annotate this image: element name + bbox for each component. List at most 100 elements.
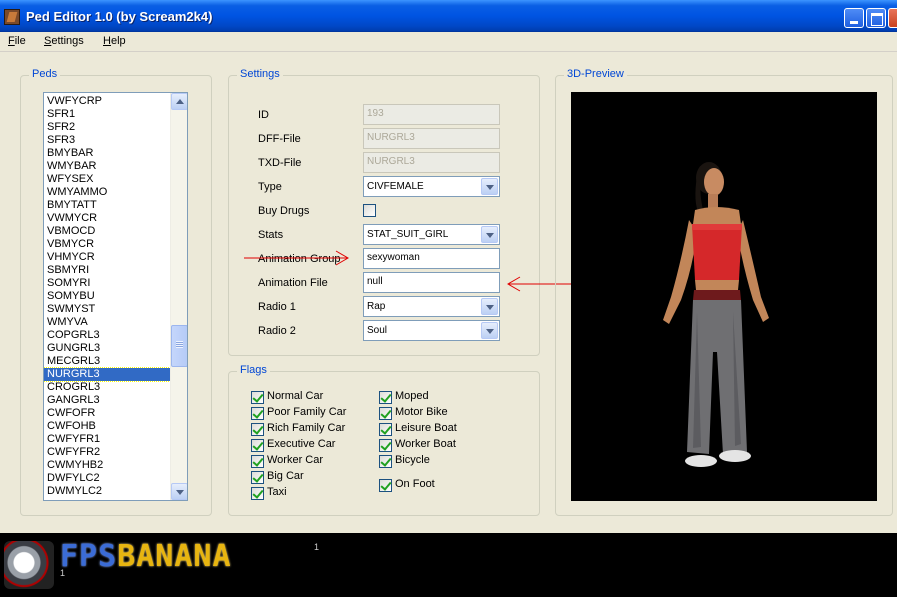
flag-checkbox[interactable] — [251, 455, 264, 468]
list-item[interactable]: CWFYFR1 — [44, 433, 170, 446]
flag-label: Big Car — [267, 470, 304, 482]
title-bar[interactable]: Ped Editor 1.0 (by Scream2k4) — [0, 0, 897, 32]
annotation-arrow-left — [244, 250, 349, 266]
banner-small-text: 1 — [60, 568, 66, 578]
list-item[interactable]: COPGRL3 — [44, 329, 170, 342]
minimize-button[interactable] — [844, 8, 864, 28]
menu-help[interactable]: Help — [103, 35, 126, 47]
flag-checkbox[interactable] — [379, 423, 392, 436]
list-item[interactable]: BMYBAR — [44, 147, 170, 160]
list-item[interactable]: WMYAMMO — [44, 186, 170, 199]
flag-label: Rich Family Car — [267, 422, 346, 434]
chevron-down-icon — [486, 185, 494, 190]
flag-checkbox[interactable] — [251, 423, 264, 436]
chevron-down-icon — [486, 329, 494, 334]
list-item[interactable]: WMYVA — [44, 316, 170, 329]
flag-label: Motor Bike — [395, 406, 448, 418]
list-item[interactable]: SWMYST — [44, 303, 170, 316]
dropdown-button[interactable] — [481, 322, 498, 339]
id-label: ID — [258, 109, 269, 121]
list-item[interactable]: SFR1 — [44, 108, 170, 121]
flags-group-title: Flags — [237, 364, 270, 376]
chevron-down-icon — [486, 305, 494, 310]
radio2-select[interactable]: Soul — [363, 320, 500, 341]
list-item[interactable]: SOMYRI — [44, 277, 170, 290]
stats-value: STAT_SUIT_GIRL — [367, 229, 449, 240]
list-item[interactable]: SFR3 — [44, 134, 170, 147]
flag-checkbox[interactable] — [251, 439, 264, 452]
list-item[interactable]: CROGRL3 — [44, 381, 170, 394]
list-item[interactable]: VBMYCR — [44, 238, 170, 251]
peds-group-title: Peds — [29, 68, 61, 80]
list-item[interactable]: DWFYLC2 — [44, 472, 170, 485]
3d-preview-viewport[interactable] — [571, 92, 877, 501]
list-item[interactable]: VWMYCR — [44, 212, 170, 225]
list-item[interactable]: MECGRL3 — [44, 355, 170, 368]
flag-checkbox[interactable] — [379, 391, 392, 404]
list-item[interactable]: WMYBAR — [44, 160, 170, 173]
stats-label: Stats — [258, 229, 284, 241]
app-icon[interactable] — [4, 9, 20, 25]
type-value: CIVFEMALE — [367, 181, 424, 192]
flag-label: Normal Car — [267, 390, 324, 402]
animation-file-field[interactable]: null — [363, 272, 500, 293]
flag-label: Bicycle — [395, 454, 430, 466]
preview-group-title: 3D-Preview — [564, 68, 627, 80]
radio1-select[interactable]: Rap — [363, 296, 500, 317]
flag-checkbox[interactable] — [251, 391, 264, 404]
flag-label: Worker Boat — [395, 438, 456, 450]
dff-file-field[interactable]: NURGRL3 — [363, 128, 500, 149]
list-item[interactable]: GANGRL3 — [44, 394, 170, 407]
list-item[interactable]: WFYSEX — [44, 173, 170, 186]
banner-superscript: 1 — [314, 542, 320, 552]
scroll-thumb[interactable] — [171, 325, 187, 367]
flag-checkbox[interactable] — [379, 455, 392, 468]
list-item[interactable]: DWMYLC2 — [44, 485, 170, 498]
flag-checkbox[interactable] — [251, 487, 264, 500]
menu-file[interactable]: File — [8, 35, 26, 47]
id-field[interactable]: 193 — [363, 104, 500, 125]
flag-checkbox[interactable] — [379, 479, 392, 492]
list-item[interactable]: VWFYCRP — [44, 95, 170, 108]
fpsbanana-banner: FPSBANANA 1 1 — [0, 533, 897, 597]
scroll-up-button[interactable] — [171, 93, 187, 110]
menu-bar: File Settings Help — [0, 32, 897, 52]
dropdown-button[interactable] — [481, 226, 498, 243]
list-item[interactable]: SBMYRI — [44, 264, 170, 277]
stats-select[interactable]: STAT_SUIT_GIRL — [363, 224, 500, 245]
peds-listbox[interactable]: VWFYCRP SFR1 SFR2 SFR3 BMYBAR WMYBAR WFYSEX WMY… — [43, 92, 188, 501]
flag-checkbox[interactable] — [379, 439, 392, 452]
flag-label: Taxi — [267, 486, 287, 498]
maximize-button[interactable] — [866, 8, 886, 28]
character-model — [663, 162, 769, 467]
flag-checkbox[interactable] — [251, 471, 264, 484]
list-item[interactable]: VBMOCD — [44, 225, 170, 238]
scroll-down-button[interactable] — [171, 483, 187, 500]
animation-file-label: Animation File — [258, 277, 328, 289]
txd-file-field[interactable]: NURGRL3 — [363, 152, 500, 173]
menu-settings[interactable]: Settings — [44, 35, 84, 47]
dropdown-button[interactable] — [481, 178, 498, 195]
dropdown-button[interactable] — [481, 298, 498, 315]
list-item[interactable]: SFR2 — [44, 121, 170, 134]
radio1-value: Rap — [367, 301, 386, 312]
list-item[interactable]: VHMYCR — [44, 251, 170, 264]
peds-scrollbar[interactable] — [170, 93, 187, 500]
list-item[interactable]: CWFOHB — [44, 420, 170, 433]
list-item[interactable]: SOMYBU — [44, 290, 170, 303]
list-item[interactable]: NURGRL3 — [44, 367, 171, 382]
animation-group-field[interactable]: sexywoman — [363, 248, 500, 269]
list-item[interactable]: CWFYFR2 — [44, 446, 170, 459]
peds-list: VWFYCRP SFR1 SFR2 SFR3 BMYBAR WMYBAR WFYSEX WMY… — [44, 95, 171, 498]
list-item[interactable]: BMYTATT — [44, 199, 170, 212]
flag-label: Poor Family Car — [267, 406, 347, 418]
buy-drugs-checkbox[interactable] — [363, 204, 376, 217]
list-item[interactable]: CWFOFR — [44, 407, 170, 420]
flag-checkbox[interactable] — [379, 407, 392, 420]
list-item[interactable]: CWMYHB2 — [44, 459, 170, 472]
type-select[interactable]: CIVFEMALE — [363, 176, 500, 197]
flag-checkbox[interactable] — [251, 407, 264, 420]
close-button[interactable] — [888, 8, 897, 28]
flag-label: Executive Car — [267, 438, 336, 450]
list-item[interactable]: GUNGRL3 — [44, 342, 170, 355]
